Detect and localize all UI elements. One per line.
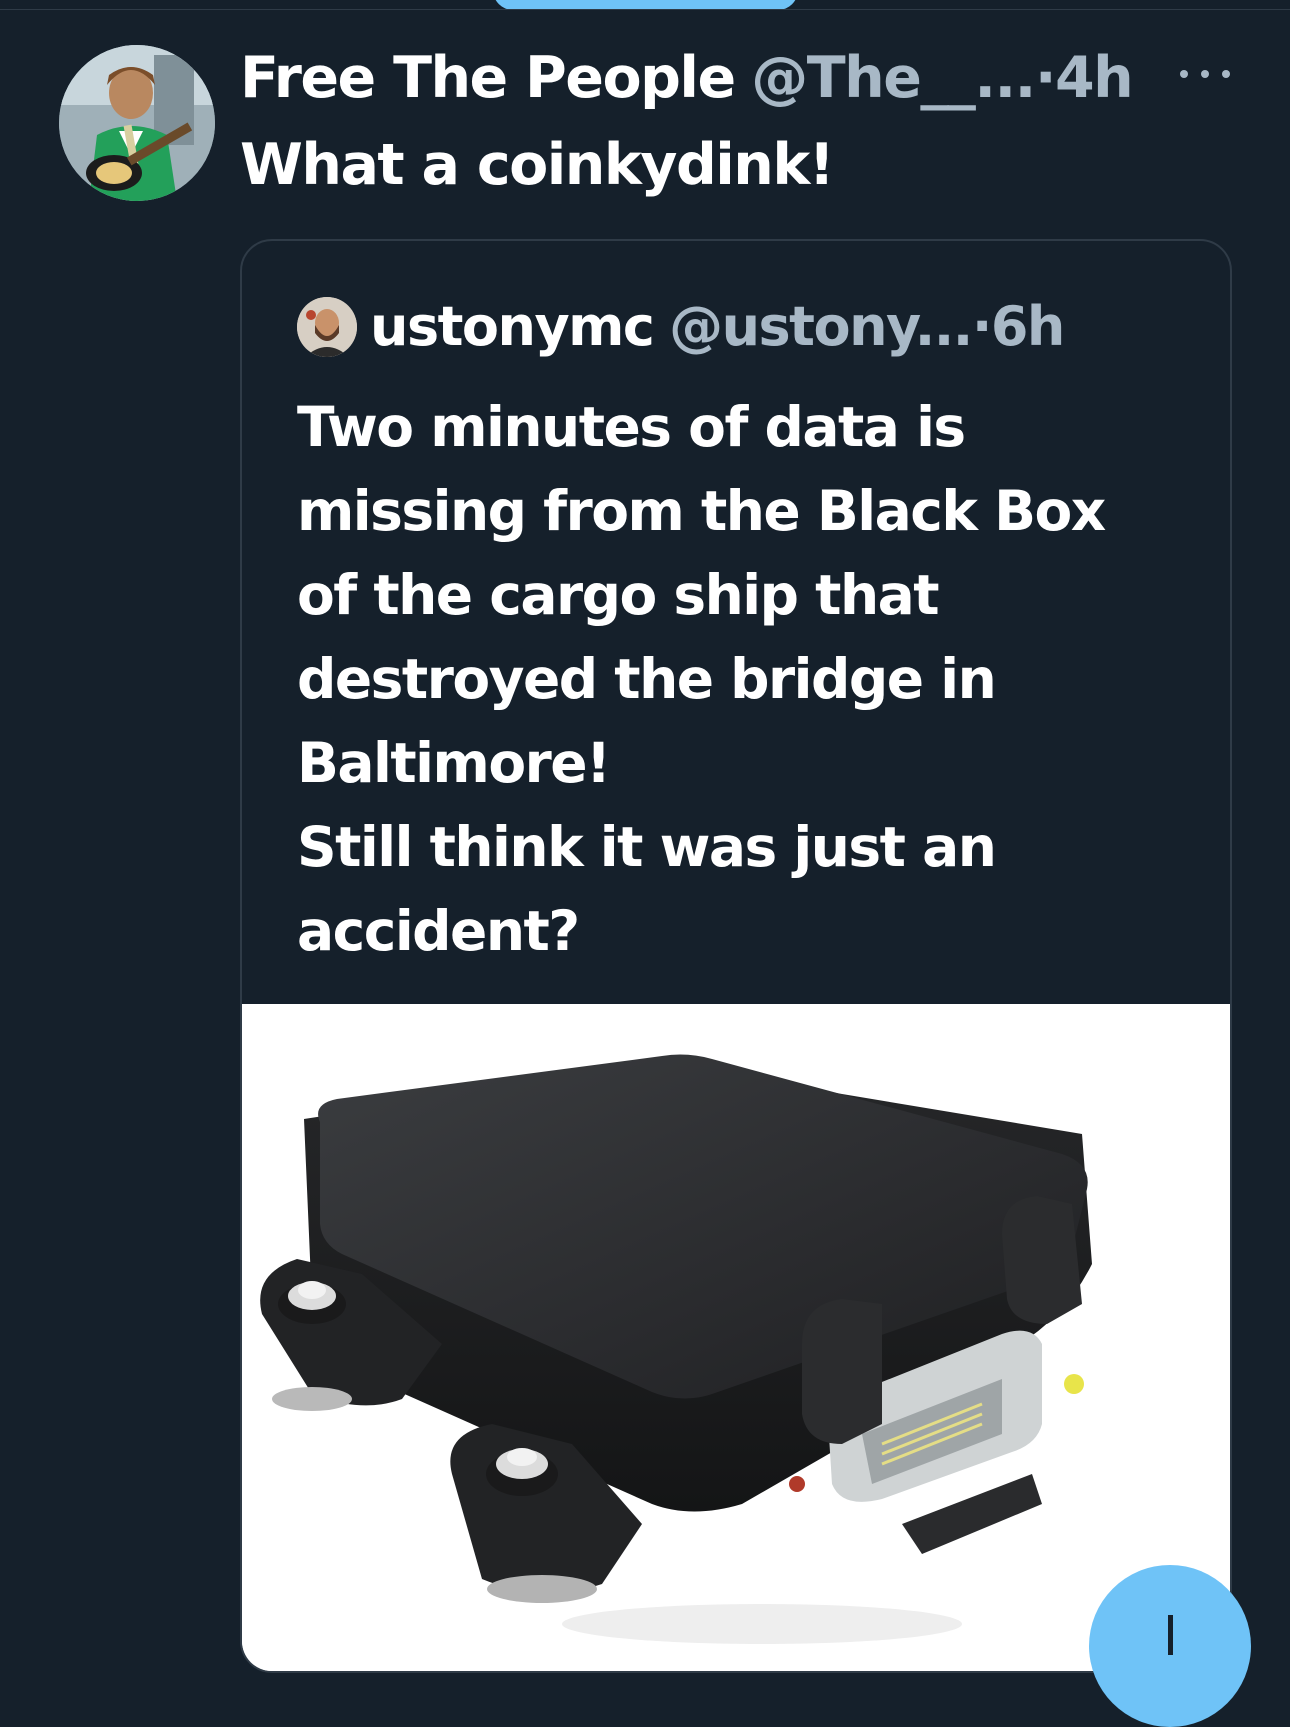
quoted-tweet-media[interactable] — [242, 1004, 1230, 1671]
black-box-device-image — [242, 1004, 1230, 1671]
divider — [0, 9, 1290, 10]
ellipsis-icon[interactable] — [1180, 64, 1230, 84]
quoted-tweet-header: ustonymc @ustony...·6h — [370, 287, 1066, 367]
tweet-time[interactable]: 4h — [1055, 45, 1134, 111]
quoted-text-line: Still think it was just an — [297, 815, 997, 879]
quoted-text-line: Two minutes of data is — [297, 395, 966, 459]
quoted-author-handle: @ustony... — [669, 295, 973, 358]
separator-dot: · — [971, 295, 993, 358]
compose-button[interactable] — [1089, 1565, 1251, 1727]
quoted-text-line: destroyed the bridge in — [297, 647, 997, 711]
quoted-text-line: accident? — [297, 899, 580, 963]
quoted-tweet-text: Two minutes of data is missing from the … — [297, 385, 1197, 973]
quoted-tweet-time: 6h — [990, 295, 1066, 358]
quoted-author-display-name: ustonymc — [370, 295, 655, 358]
quoted-text-line: of the cargo ship that — [297, 563, 940, 627]
quoted-tweet-card[interactable]: ustonymc @ustony...·6h Two minutes of da… — [240, 239, 1232, 1673]
avatar-guitarist-icon — [59, 45, 215, 201]
author-avatar[interactable] — [59, 45, 215, 201]
tweet-text: What a coinkydink! — [240, 132, 835, 198]
separator-dot: · — [1034, 45, 1057, 111]
tweet-header: Free The People @The__...·4h — [240, 38, 1134, 118]
quoted-author-avatar — [297, 297, 357, 357]
author-handle[interactable]: @The__... — [751, 45, 1036, 111]
plus-icon — [1168, 1615, 1173, 1655]
author-display-name[interactable]: Free The People — [240, 45, 736, 111]
quoted-text-line: missing from the Black Box — [297, 479, 1106, 543]
avatar-bearded-man-icon — [297, 297, 357, 357]
quoted-text-line: Baltimore! — [297, 731, 611, 795]
